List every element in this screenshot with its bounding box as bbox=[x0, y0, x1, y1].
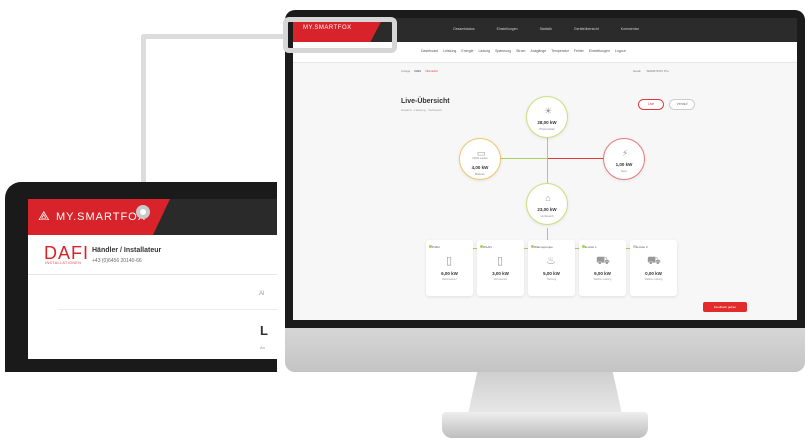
card-name: WLAN bbox=[483, 245, 492, 249]
connector-line-horizontal bbox=[141, 34, 291, 39]
top-nav-item[interactable]: Einstellungen bbox=[497, 27, 518, 31]
divider bbox=[28, 274, 277, 275]
consumer-card[interactable]: Wärmepumpe ♨ 5,00 kW Heizung bbox=[528, 240, 575, 296]
grid-value: 1,00 kW bbox=[615, 162, 633, 167]
card-name: Puffer bbox=[432, 245, 440, 249]
dealer-title: Händler / Installateur bbox=[92, 247, 162, 254]
card-value: 6,00 kW bbox=[441, 271, 458, 276]
flow-line-battery bbox=[499, 158, 547, 159]
sub-nav-item[interactable]: Energie bbox=[461, 49, 473, 53]
live-button[interactable]: Live bbox=[638, 99, 664, 110]
battery-node[interactable]: ▭ 100% Laden 4,00 kW Batterie bbox=[459, 138, 501, 180]
card-name: Wärmepumpe bbox=[534, 245, 553, 249]
house-label: Verbrauch bbox=[540, 214, 554, 218]
battery-value: 4,00 kW bbox=[471, 165, 489, 170]
page-subtitle: Gesamt · Leistung · Verbrauch bbox=[401, 108, 442, 112]
divider bbox=[58, 309, 277, 310]
monitor-chin bbox=[285, 328, 805, 372]
grid-label: Netz bbox=[621, 169, 627, 173]
house-value: 23,00 kW bbox=[537, 207, 557, 212]
smartfox-logo-icon: ⟁ bbox=[38, 208, 50, 223]
partial-text: An bbox=[260, 345, 265, 350]
card-desc: Verbraucher bbox=[493, 278, 508, 281]
top-nav-item[interactable]: Gesamtstatus bbox=[453, 27, 475, 31]
breadcrumb-item[interactable]: Übersicht bbox=[425, 69, 438, 73]
partial-text: Al bbox=[259, 291, 265, 297]
flow-line-grid bbox=[548, 158, 610, 159]
breadcrumb-item[interactable]: Anlage bbox=[401, 69, 410, 73]
card-value: 0,00 kW bbox=[645, 271, 662, 276]
partial-heading: L bbox=[260, 323, 268, 338]
feedback-button[interactable]: Feedback geben bbox=[703, 302, 747, 312]
heatpump-icon: ♨ bbox=[546, 255, 556, 267]
dealer-logo-subtitle: INSTALLATIONEN bbox=[45, 261, 82, 265]
socket-icon: ▯ bbox=[496, 255, 504, 267]
sub-nav-item[interactable]: Strom bbox=[516, 49, 525, 53]
monitor-stand-foot bbox=[442, 412, 648, 438]
card-value: 9,00 kW bbox=[594, 271, 611, 276]
consumer-card[interactable]: WLAN ▯ 3,00 kW Verbraucher bbox=[477, 240, 524, 296]
top-nav-item[interactable]: Geräteübersicht bbox=[574, 27, 599, 31]
battery-label: Batterie bbox=[475, 172, 485, 176]
house-node[interactable]: ⌂ 23,00 kW Verbrauch bbox=[526, 183, 568, 225]
sub-nav-item[interactable]: Einstellungen bbox=[589, 49, 610, 53]
sub-nav-item[interactable]: Spannung bbox=[495, 49, 511, 53]
top-navigation: Gesamtstatus Einstellungen Statistik Ger… bbox=[453, 27, 639, 31]
solar-label: Photovoltaik bbox=[539, 127, 555, 131]
top-nav-item[interactable]: Statistik bbox=[540, 27, 552, 31]
boiler-icon: ▯ bbox=[445, 255, 453, 267]
consumer-card[interactable]: Puffer ▯ 6,00 kW Warmwasser bbox=[426, 240, 473, 296]
solar-node[interactable]: ☀ 28,00 kW Photovoltaik bbox=[526, 96, 568, 138]
dealer-phone[interactable]: +43 (0)6456 20140-66 bbox=[92, 258, 142, 264]
sub-nav-item[interactable]: Logout bbox=[615, 49, 626, 53]
monitor-stand-neck bbox=[468, 372, 622, 414]
card-value: 3,00 kW bbox=[492, 271, 509, 276]
sub-nav-item[interactable]: Fehler bbox=[574, 49, 584, 53]
sub-nav-item[interactable]: Dashboard bbox=[421, 49, 438, 53]
card-name: E-Auto 1 bbox=[585, 245, 597, 249]
tablet-screen: ⟁ MY.SMARTFOX DAFI INSTALLATIONEN Händle… bbox=[28, 199, 277, 359]
card-desc: Wallbox Ladung bbox=[644, 278, 663, 281]
highlight-frame bbox=[283, 17, 397, 53]
card-desc: Warmwasser bbox=[442, 278, 457, 281]
monitor-screen: MY.SMARTFOX Gesamtstatus Einstellungen S… bbox=[293, 18, 797, 320]
battery-badge: 100% Laden bbox=[472, 156, 488, 160]
solar-panel-icon: ☀ bbox=[543, 106, 553, 116]
card-value: 5,00 kW bbox=[543, 271, 560, 276]
history-button[interactable]: Verlauf bbox=[669, 99, 695, 110]
page-title: Live-Übersicht bbox=[401, 98, 450, 105]
connector-dot bbox=[136, 205, 150, 219]
device-selector[interactable]: Gerät SMARTFOX Pro bbox=[633, 69, 669, 73]
grid-node[interactable]: ⚡ 1,00 kW Netz bbox=[603, 138, 645, 180]
card-desc: Heizung bbox=[546, 278, 557, 281]
card-name: E-Auto 2 bbox=[636, 245, 648, 249]
sub-nav-item[interactable]: Ausgänge bbox=[530, 49, 546, 53]
power-pylon-icon: ⚡ bbox=[621, 148, 629, 158]
sub-nav-item[interactable]: Temperatur bbox=[551, 49, 569, 53]
house-icon: ⌂ bbox=[545, 193, 551, 203]
device-selector-label: Gerät bbox=[633, 69, 641, 73]
sub-navigation: Dashboard Leistung Energie Ladung Spannu… bbox=[421, 49, 626, 53]
breadcrumb: Anlage DAFI Übersicht bbox=[401, 69, 438, 73]
consumer-card[interactable]: E-Auto 1 ⛟ 9,00 kW Wallbox Ladung bbox=[579, 240, 626, 296]
car-icon: ⛟ bbox=[596, 255, 610, 267]
breadcrumb-item[interactable]: DAFI bbox=[414, 69, 421, 73]
sub-nav-item[interactable]: Ladung bbox=[478, 49, 490, 53]
card-desc: Wallbox Ladung bbox=[593, 278, 612, 281]
sub-nav-item[interactable]: Leistung bbox=[443, 49, 456, 53]
device-selector-value[interactable]: SMARTFOX Pro bbox=[647, 69, 669, 73]
top-nav-item[interactable]: Kommentar bbox=[621, 27, 639, 31]
car-icon: ⛟ bbox=[647, 255, 661, 267]
solar-value: 28,00 kW bbox=[537, 120, 557, 125]
consumer-card[interactable]: E-Auto 2 ⛟ 0,00 kW Wallbox Ladung bbox=[630, 240, 677, 296]
tablet-logo-text: MY.SMARTFOX bbox=[56, 211, 147, 223]
